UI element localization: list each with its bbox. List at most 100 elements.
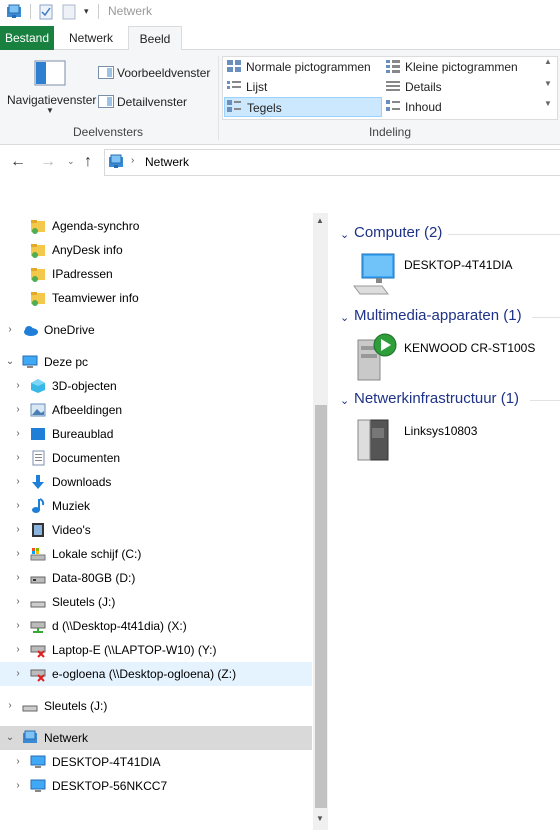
layout-large-icons[interactable]: Normale pictogrammen: [224, 57, 382, 77]
group-collapse-icon[interactable]: ⌄: [340, 311, 349, 324]
address-bar[interactable]: › Netwerk: [104, 149, 560, 176]
scroll-up-icon[interactable]: ▲: [316, 216, 324, 225]
tree-item-sleutels-root[interactable]: › Sleutels (J:): [0, 694, 312, 718]
up-arrow-icon[interactable]: ↑: [84, 153, 92, 171]
layout-small-icons[interactable]: Kleine pictogrammen: [383, 57, 541, 77]
group-collapse-icon[interactable]: ⌄: [340, 228, 349, 241]
drive-icon: [30, 576, 46, 584]
group-heading-network-infrastructure[interactable]: Netwerkinfrastructuur (1): [354, 390, 519, 407]
tree-item-pictures[interactable]: › Afbeeldingen: [0, 398, 312, 422]
breadcrumb-network[interactable]: Netwerk: [145, 155, 189, 169]
tile-kenwood[interactable]: KENWOOD CR-ST100S: [404, 341, 535, 355]
computer-large-icon[interactable]: [352, 252, 396, 296]
navigation-pane[interactable]: Agenda-synchro AnyDesk info IPadressen T…: [0, 213, 312, 830]
tree-item-agenda-synchro[interactable]: Agenda-synchro: [0, 214, 312, 238]
group-collapse-icon[interactable]: ⌄: [340, 394, 349, 407]
tree-item-ipadressen[interactable]: IPadressen: [0, 262, 312, 286]
navigation-pane-dropdown-icon[interactable]: ▼: [46, 106, 54, 115]
tree-item-network[interactable]: ⌄ Netwerk: [0, 726, 312, 750]
navigation-pane-icon[interactable]: [34, 60, 66, 86]
chevron-right-icon[interactable]: ›: [12, 590, 24, 614]
tab-network[interactable]: Netwerk: [56, 26, 126, 50]
tree-item-data-d[interactable]: › Data-80GB (D:): [0, 566, 312, 590]
chevron-right-icon[interactable]: ›: [12, 446, 24, 470]
tree-item-documents[interactable]: › Documenten: [0, 446, 312, 470]
tree-item-desktop-56nkcc7[interactable]: › DESKTOP-56NKCC7: [0, 774, 312, 798]
chevron-right-icon[interactable]: ›: [12, 422, 24, 446]
content-pane[interactable]: [330, 213, 560, 830]
chevron-right-icon[interactable]: ›: [12, 494, 24, 518]
details-pane-button[interactable]: Detailvenster: [117, 95, 187, 109]
preview-pane-icon[interactable]: [98, 66, 114, 79]
chevron-right-icon[interactable]: ›: [12, 638, 24, 662]
panes-group-label: Deelvensters: [72, 125, 144, 139]
chevron-right-icon[interactable]: ›: [12, 774, 24, 798]
layout-list[interactable]: Lijst: [224, 77, 382, 97]
tree-item-3d-objects[interactable]: › 3D-objecten: [0, 374, 312, 398]
tree-item-this-pc[interactable]: ⌄ Deze pc: [0, 350, 312, 374]
router-icon[interactable]: [356, 418, 394, 464]
system-drive-icon: [30, 548, 46, 561]
properties-icon[interactable]: [38, 4, 54, 20]
chevron-down-icon[interactable]: ⌄: [4, 350, 16, 374]
tree-item-network-drive-x[interactable]: › d (\\Desktop-4t41dia) (X:): [0, 614, 312, 638]
chevron-right-icon[interactable]: ›: [4, 318, 16, 342]
removable-drive-icon: [22, 705, 38, 712]
pictures-icon: [30, 403, 46, 417]
group-heading-multimedia[interactable]: Multimedia-apparaten (1): [354, 307, 522, 324]
chevron-right-icon[interactable]: ›: [12, 518, 24, 542]
customize-quick-access-icon[interactable]: ▾: [84, 6, 89, 17]
tree-item-videos[interactable]: › Video's: [0, 518, 312, 542]
tree-item-anydesk-info[interactable]: AnyDesk info: [0, 238, 312, 262]
navigation-pane-button[interactable]: Navigatievenster: [7, 93, 96, 107]
new-folder-icon[interactable]: [62, 4, 76, 20]
breadcrumb-chevron-icon[interactable]: ›: [131, 155, 134, 166]
chevron-right-icon[interactable]: ›: [12, 374, 24, 398]
tree-item-desktop[interactable]: › Bureaublad: [0, 422, 312, 446]
details-pane-icon[interactable]: [98, 95, 114, 108]
folder-pinned-icon: [31, 268, 45, 282]
layout-content[interactable]: Inhoud: [383, 97, 541, 117]
chevron-right-icon[interactable]: ›: [4, 694, 16, 718]
tree-item-teamviewer-info[interactable]: Teamviewer info: [0, 286, 312, 310]
recent-locations-icon[interactable]: ⌄: [67, 156, 75, 167]
tree-label: Muziek: [52, 499, 91, 513]
window-title: Netwerk: [108, 4, 153, 18]
layout-tiles[interactable]: Tegels: [224, 97, 382, 117]
chevron-down-icon[interactable]: ⌄: [4, 726, 16, 750]
tree-item-desktop-4t41dia[interactable]: › DESKTOP-4T41DIA: [0, 750, 312, 774]
chevron-right-icon[interactable]: ›: [12, 614, 24, 638]
layout-details[interactable]: Details: [383, 77, 541, 97]
documents-icon: [32, 450, 45, 466]
chevron-right-icon[interactable]: ›: [12, 750, 24, 774]
tree-item-sleutels-j[interactable]: › Sleutels (J:): [0, 590, 312, 614]
tree-item-local-disk-c[interactable]: › Lokale schijf (C:): [0, 542, 312, 566]
gallery-expand-icon[interactable]: ▼: [544, 99, 552, 108]
tree-item-downloads[interactable]: › Downloads: [0, 470, 312, 494]
preview-pane-button[interactable]: Voorbeeldvenster: [117, 66, 210, 80]
tile-linksys[interactable]: Linksys10803: [404, 424, 477, 438]
tab-file[interactable]: Bestand: [0, 26, 54, 50]
tree-item-network-drive-z[interactable]: › e-ogloena (\\Desktop-ogloena) (Z:): [0, 662, 312, 686]
forward-arrow-icon[interactable]: →: [40, 153, 56, 171]
tree-item-network-drive-y[interactable]: › Laptop-E (\\LAPTOP-W10) (Y:): [0, 638, 312, 662]
group-heading-computer[interactable]: Computer (2): [354, 224, 442, 241]
chevron-right-icon[interactable]: ›: [12, 662, 24, 686]
large-icons-icon: [227, 60, 241, 72]
tile-desktop-4t41dia[interactable]: DESKTOP-4T41DIA: [404, 258, 512, 272]
tree-item-onedrive[interactable]: › OneDrive: [0, 318, 312, 342]
gallery-down-icon[interactable]: ▼: [544, 79, 552, 88]
tab-view[interactable]: Beeld: [128, 26, 182, 51]
tree-label: e-ogloena (\\Desktop-ogloena) (Z:): [52, 667, 237, 681]
back-arrow-icon[interactable]: ←: [10, 153, 26, 171]
scrollbar-thumb[interactable]: [315, 405, 327, 808]
tree-item-music[interactable]: › Muziek: [0, 494, 312, 518]
chevron-right-icon[interactable]: ›: [12, 542, 24, 566]
chevron-right-icon[interactable]: ›: [12, 470, 24, 494]
layout-gallery-scroll[interactable]: ▲ ▼ ▼: [541, 57, 557, 119]
chevron-right-icon[interactable]: ›: [12, 566, 24, 590]
media-device-icon[interactable]: [352, 332, 398, 382]
scroll-down-icon[interactable]: ▼: [316, 814, 324, 823]
gallery-up-icon[interactable]: ▲: [544, 57, 552, 66]
chevron-right-icon[interactable]: ›: [12, 398, 24, 422]
